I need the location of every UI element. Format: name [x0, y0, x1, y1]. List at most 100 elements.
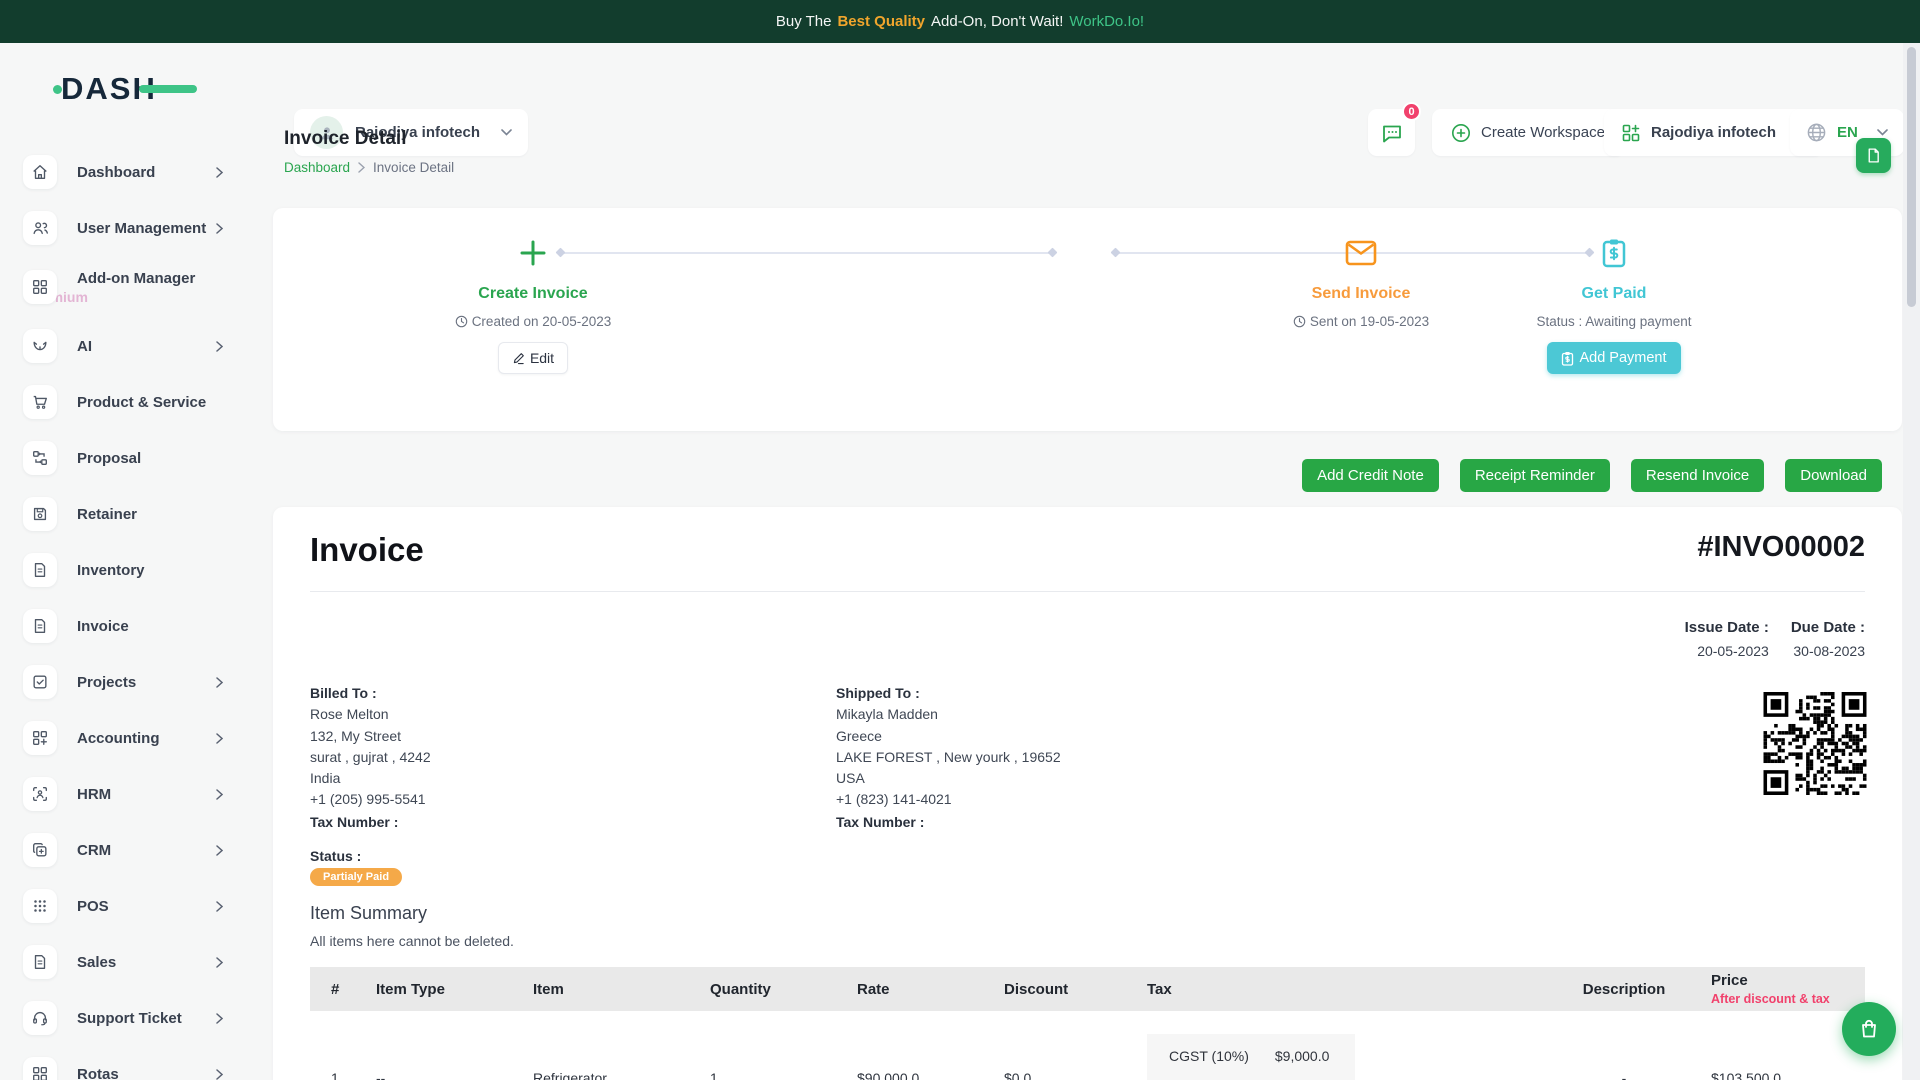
- qr-code: [1761, 692, 1869, 795]
- sidebar-item-dashboard[interactable]: Dashboard: [0, 144, 273, 200]
- chevron-right-icon: [216, 845, 223, 856]
- breadcrumb-dashboard-link[interactable]: Dashboard: [284, 160, 350, 175]
- add-credit-note-button[interactable]: Add Credit Note: [1302, 459, 1439, 492]
- sidebar-item-projects[interactable]: Projects: [0, 654, 273, 710]
- sidebar-item-sales[interactable]: Sales: [0, 934, 273, 990]
- sidebar-item-invoice[interactable]: Invoice: [0, 598, 273, 654]
- invoice-actions: Add Credit Note Receipt Reminder Resend …: [273, 459, 1882, 492]
- payment-status-text: Status : Awaiting payment: [1536, 314, 1691, 329]
- col-index: #: [310, 981, 376, 998]
- chevron-right-icon: [216, 957, 223, 968]
- sidebar-item-user-management[interactable]: User Management: [0, 200, 273, 256]
- col-item: Item: [533, 981, 710, 998]
- shopping-bag-icon: [1857, 1017, 1881, 1041]
- grid-icon: [23, 270, 57, 304]
- globe-icon: [1806, 122, 1827, 143]
- item-summary-note: All items here cannot be deleted.: [310, 933, 514, 949]
- billed-line: surat , gujrat , 4242: [310, 747, 431, 768]
- dots-grid-icon: [23, 889, 57, 923]
- items-table-header: # Item Type Item Quantity Rate Discount …: [310, 967, 1865, 1011]
- col-discount: Discount: [1004, 981, 1147, 998]
- promo-banner: Buy The Best Quality Add-On, Don't Wait!…: [0, 0, 1920, 43]
- shipped-line: +1 (823) 141-4021: [836, 789, 1061, 810]
- cart-icon: [23, 385, 57, 419]
- receipt-reminder-button[interactable]: Receipt Reminder: [1460, 459, 1610, 492]
- row-tax-name: CGST (10%): [1169, 1048, 1249, 1080]
- chevron-right-icon: [216, 223, 223, 234]
- scrollbar[interactable]: [1903, 43, 1920, 1080]
- download-button[interactable]: Download: [1785, 459, 1882, 492]
- dash-logo[interactable]: DASH: [61, 71, 201, 107]
- col-price: Price After discount & tax: [1711, 972, 1865, 1006]
- sidebar-item-pos[interactable]: POS: [0, 878, 273, 934]
- grid-icon: [23, 1057, 57, 1080]
- add-payment-button[interactable]: Add Payment: [1547, 342, 1680, 374]
- sidebar-item-crm[interactable]: CRM: [0, 822, 273, 878]
- chevron-right-icon: [216, 789, 223, 800]
- chat-count-badge: 0: [1402, 102, 1421, 121]
- col-description: Description: [1537, 981, 1711, 998]
- messages-button[interactable]: 0: [1368, 109, 1415, 156]
- quick-purchase-button[interactable]: [1842, 1002, 1896, 1056]
- billed-line: +1 (205) 995-5541: [310, 789, 431, 810]
- sidebar-item-hrm[interactable]: HRM: [0, 766, 273, 822]
- sidebar-item-retainer[interactable]: Retainer: [0, 486, 273, 542]
- copy-icon: [23, 833, 57, 867]
- file-icon: [23, 609, 57, 643]
- headset-icon: [23, 1001, 57, 1035]
- shipped-line: USA: [836, 768, 1061, 789]
- chevron-right-icon: [216, 733, 223, 744]
- app-root: Buy The Best Quality Add-On, Don't Wait!…: [0, 0, 1920, 1080]
- sidebar-item-ai[interactable]: AI: [0, 318, 273, 374]
- col-rate: Rate: [857, 981, 1004, 998]
- sidebar-item-product-service[interactable]: Product & Service: [0, 374, 273, 430]
- grid-plus-icon: [23, 721, 57, 755]
- clipboard-icon: [1561, 351, 1574, 366]
- item-summary-title: Item Summary: [310, 903, 427, 924]
- row-description: -: [1537, 1032, 1711, 1080]
- invoice-heading: Invoice: [310, 531, 424, 569]
- clock-icon: [1293, 315, 1306, 328]
- create-workspace-label: Create Workspace: [1481, 124, 1605, 141]
- chevron-right-icon: [216, 1013, 223, 1024]
- invoice-dates: Issue Date : 20-05-2023 Due Date : 30-08…: [1685, 619, 1865, 659]
- status-label: Status :: [310, 848, 361, 864]
- row-quantity: 1: [710, 1032, 857, 1080]
- sidebar-item-inventory[interactable]: Inventory: [0, 542, 273, 598]
- create-workspace-button[interactable]: Create Workspace: [1432, 109, 1624, 156]
- row-item-type: --: [376, 1032, 533, 1080]
- home-icon: [23, 155, 57, 189]
- row-discount: $0.0: [1004, 1032, 1147, 1080]
- resend-invoice-button[interactable]: Resend Invoice: [1631, 459, 1764, 492]
- file-icon: [23, 553, 57, 587]
- shipped-line: LAKE FOREST , New yourk , 19652: [836, 747, 1061, 768]
- users-icon: [23, 211, 57, 245]
- plus-icon: [518, 235, 548, 271]
- scrollbar-thumb[interactable]: [1907, 47, 1916, 307]
- sidebar-item-accounting[interactable]: Accounting: [0, 710, 273, 766]
- shipped-line: Mikayla Madden: [836, 704, 1061, 725]
- row-rate: $90,000.0: [857, 1032, 1004, 1080]
- language-code: EN: [1837, 124, 1858, 141]
- invoice-preview-button[interactable]: [1856, 138, 1891, 173]
- price-subtitle: After discount & tax: [1711, 992, 1865, 1006]
- edit-invoice-button[interactable]: Edit: [498, 342, 568, 374]
- ai-icon: [23, 329, 57, 363]
- shipped-to-block: Shipped To : Mikayla Madden Greece LAKE …: [836, 683, 1061, 833]
- sidebar-item-proposal[interactable]: Proposal: [0, 430, 273, 486]
- shipped-line: Greece: [836, 726, 1061, 747]
- billed-to-block: Billed To : Rose Melton 132, My Street s…: [310, 683, 431, 833]
- billed-line: Rose Melton: [310, 704, 431, 725]
- sidebar-item-addon-manager[interactable]: Add-on Manager Premium: [0, 256, 273, 318]
- banner-highlight: Best Quality: [837, 13, 925, 30]
- banner-brand-link[interactable]: WorkDo.Io!: [1069, 13, 1144, 30]
- logo-dot: [53, 85, 62, 94]
- row-index: 1: [310, 1032, 376, 1080]
- banner-text-prefix: Buy The: [776, 13, 832, 30]
- shipped-tax-label: Tax Number :: [836, 812, 1061, 833]
- chevron-right-icon: [216, 341, 223, 352]
- issue-date-block: Issue Date : 20-05-2023: [1685, 619, 1769, 659]
- check-square-icon: [23, 665, 57, 699]
- sidebar-item-rotas[interactable]: Rotas: [0, 1046, 273, 1080]
- sidebar-item-support-ticket[interactable]: Support Ticket: [0, 990, 273, 1046]
